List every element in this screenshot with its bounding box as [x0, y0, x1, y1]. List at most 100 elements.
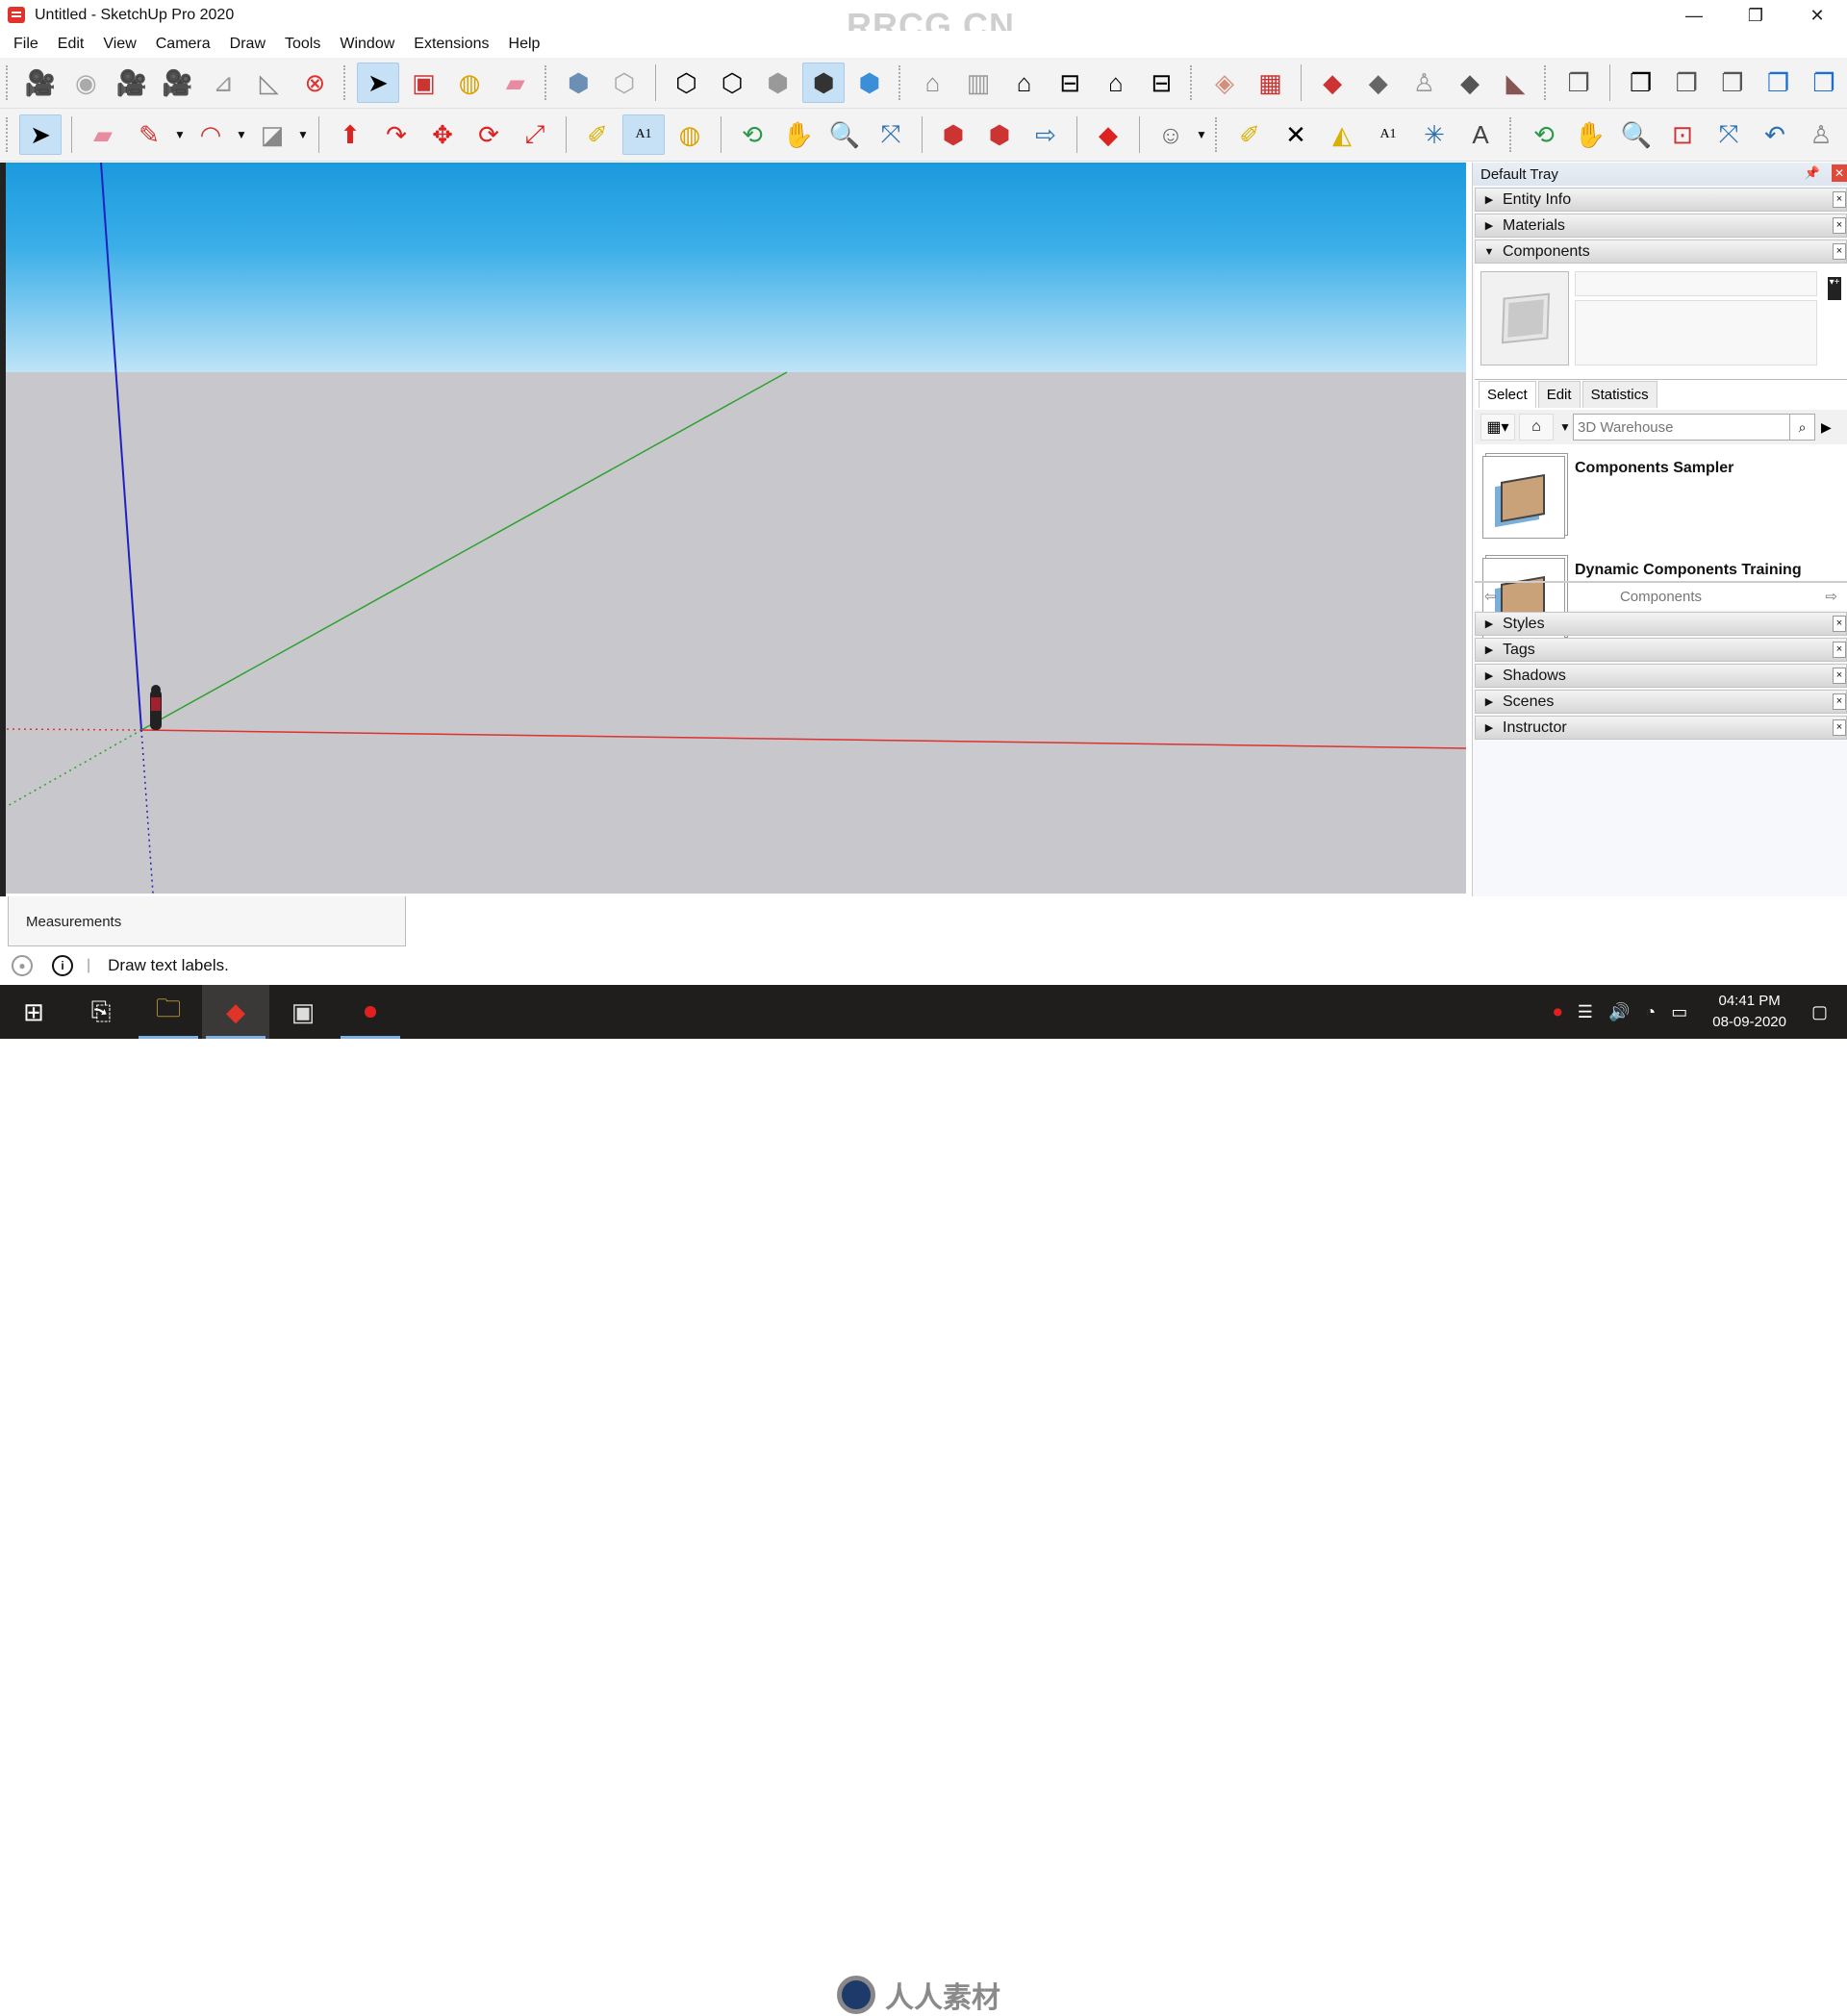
- menu-camera[interactable]: Camera: [148, 36, 218, 53]
- open-secondary-pane-icon[interactable]: ▶: [1821, 419, 1832, 436]
- follow-me-icon[interactable]: ↷: [375, 114, 417, 155]
- trim-icon[interactable]: ❐: [1758, 63, 1800, 103]
- notifications-icon[interactable]: ▢: [1811, 1002, 1828, 1022]
- menu-help[interactable]: Help: [501, 36, 548, 53]
- wifi-icon[interactable]: ◔: [1645, 1002, 1656, 1022]
- battery-icon[interactable]: ▭: [1671, 1002, 1687, 1022]
- panel-close-icon[interactable]: ×: [1833, 616, 1846, 632]
- account-icon[interactable]: ☺: [1150, 114, 1192, 155]
- rotate-icon[interactable]: ⟳: [468, 114, 510, 155]
- toolbar-grip[interactable]: [1544, 65, 1548, 100]
- panel-components[interactable]: ▼ Components ×: [1475, 239, 1847, 264]
- panel-close-icon[interactable]: ×: [1833, 642, 1846, 658]
- panel-tags[interactable]: ▶ Tags ×: [1475, 638, 1847, 662]
- search-icon[interactable]: ⌕: [1790, 414, 1815, 441]
- tab-statistics[interactable]: Statistics: [1581, 381, 1657, 408]
- list-item[interactable]: Components Sampler: [1482, 448, 1839, 548]
- collection-name[interactable]: Dynamic Components Training: [1575, 562, 1802, 579]
- ruby-console-icon[interactable]: ◆: [1087, 114, 1129, 155]
- section-plane-icon[interactable]: ⊿: [202, 63, 244, 103]
- tray-close-button[interactable]: ✕: [1832, 164, 1847, 182]
- layout-icon[interactable]: ⇨: [1025, 114, 1067, 155]
- sketchup-taskbar-icon[interactable]: ◆: [202, 985, 269, 1039]
- select-icon[interactable]: ➤: [357, 63, 399, 103]
- subtract-icon[interactable]: ❐: [1711, 63, 1754, 103]
- add-detail-icon[interactable]: ◆: [1449, 63, 1491, 103]
- toolbar-grip[interactable]: [544, 65, 548, 100]
- look-around-icon[interactable]: ◉: [65, 63, 108, 103]
- view-options-icon[interactable]: ▦▾: [1480, 414, 1515, 441]
- panel-entity-info[interactable]: ▶ Entity Info ×: [1475, 188, 1847, 212]
- pan-icon[interactable]: ✋: [1569, 114, 1611, 155]
- delete-camera-icon[interactable]: ⊗: [294, 63, 337, 103]
- tape-measure-icon[interactable]: ✐: [576, 114, 619, 155]
- menu-tools[interactable]: Tools: [277, 36, 328, 53]
- shaded-icon[interactable]: ⬢: [757, 63, 799, 103]
- toolbar-grip[interactable]: [1215, 117, 1219, 152]
- pencil-dropdown-icon[interactable]: ▼: [172, 128, 188, 141]
- flip-edge-icon[interactable]: ◣: [1495, 63, 1537, 103]
- intersect-icon[interactable]: ❐: [1620, 63, 1662, 103]
- geo-location-icon[interactable]: ●: [12, 955, 33, 976]
- dimension-icon[interactable]: ✕: [1275, 114, 1317, 155]
- pin-icon[interactable]: 📌: [1805, 165, 1820, 181]
- recorder-taskbar-icon[interactable]: ⏺: [337, 985, 404, 1039]
- 3d-text-icon[interactable]: A: [1459, 114, 1502, 155]
- select-icon[interactable]: ➤: [19, 114, 62, 155]
- axes-icon[interactable]: ✳: [1413, 114, 1455, 155]
- 3d-warehouse-icon[interactable]: ⬢: [932, 114, 974, 155]
- taskbar-settings-icon[interactable]: ☰: [1578, 1002, 1593, 1022]
- pan-icon[interactable]: ✋: [777, 114, 820, 155]
- outer-shell-icon[interactable]: ❐: [1557, 63, 1600, 103]
- walk-camera-icon[interactable]: 🎥: [157, 63, 199, 103]
- zoom-icon[interactable]: 🔍: [823, 114, 866, 155]
- panel-materials[interactable]: ▶ Materials ×: [1475, 214, 1847, 238]
- arc-icon[interactable]: ◠: [190, 114, 232, 155]
- recording-icon[interactable]: ⏺: [1554, 1002, 1562, 1022]
- panel-close-icon[interactable]: ×: [1833, 719, 1846, 736]
- eraser-icon[interactable]: ▰: [82, 114, 124, 155]
- collection-name[interactable]: Components Sampler: [1575, 460, 1733, 477]
- rectangle-dropdown-icon[interactable]: ▼: [295, 128, 311, 141]
- protractor-icon[interactable]: ◭: [1321, 114, 1363, 155]
- back-arrow-icon[interactable]: ⇦: [1484, 588, 1497, 605]
- orbit-icon[interactable]: ⟲: [731, 114, 773, 155]
- make-component-icon[interactable]: ▣: [403, 63, 445, 103]
- text-icon[interactable]: A1: [1367, 114, 1409, 155]
- tab-edit[interactable]: Edit: [1537, 381, 1581, 408]
- extension-warehouse-icon[interactable]: ⬢: [978, 114, 1021, 155]
- zoom-window-icon[interactable]: ⊡: [1661, 114, 1704, 155]
- toolbar-grip[interactable]: [898, 65, 902, 100]
- menu-draw[interactable]: Draw: [222, 36, 273, 53]
- toolbar-grip[interactable]: [6, 65, 10, 100]
- volume-icon[interactable]: 🔊: [1608, 1002, 1630, 1022]
- menu-view[interactable]: View: [95, 36, 143, 53]
- navigation-dropdown-icon[interactable]: ▼: [1557, 420, 1573, 434]
- arc-dropdown-icon[interactable]: ▼: [234, 128, 249, 141]
- measurements-box[interactable]: Measurements: [8, 896, 406, 946]
- split-icon[interactable]: ❐: [1803, 63, 1845, 103]
- menu-extensions[interactable]: Extensions: [406, 36, 496, 53]
- panel-scenes[interactable]: ▶ Scenes ×: [1475, 690, 1847, 714]
- person-figure[interactable]: [150, 685, 162, 730]
- forward-arrow-icon[interactable]: ⇨: [1825, 588, 1837, 605]
- add-camera-icon[interactable]: 🎥: [19, 63, 62, 103]
- panel-close-icon[interactable]: ×: [1833, 217, 1846, 234]
- right-view-icon[interactable]: ⊟: [1049, 63, 1091, 103]
- menu-file[interactable]: File: [6, 36, 46, 53]
- panel-styles[interactable]: ▶ Styles ×: [1475, 612, 1847, 636]
- move-icon[interactable]: ✥: [421, 114, 464, 155]
- walk-icon[interactable]: ♙: [1800, 114, 1842, 155]
- minimize-button[interactable]: —: [1664, 0, 1724, 31]
- panel-instructor[interactable]: ▶ Instructor ×: [1475, 716, 1847, 740]
- zoom-extents-icon[interactable]: ⤧: [870, 114, 912, 155]
- panel-close-icon[interactable]: ×: [1833, 668, 1846, 684]
- panel-close-icon[interactable]: ×: [1833, 191, 1846, 208]
- left-view-icon[interactable]: ⊟: [1141, 63, 1183, 103]
- iso-view-icon[interactable]: ⌂: [912, 63, 954, 103]
- rectangle-icon[interactable]: ◪: [251, 114, 293, 155]
- sandbox-contours-icon[interactable]: ◈: [1203, 63, 1246, 103]
- union-icon[interactable]: ❐: [1665, 63, 1708, 103]
- previous-view-icon[interactable]: ↶: [1754, 114, 1796, 155]
- file-explorer-taskbar-icon[interactable]: 🗀: [135, 985, 202, 1039]
